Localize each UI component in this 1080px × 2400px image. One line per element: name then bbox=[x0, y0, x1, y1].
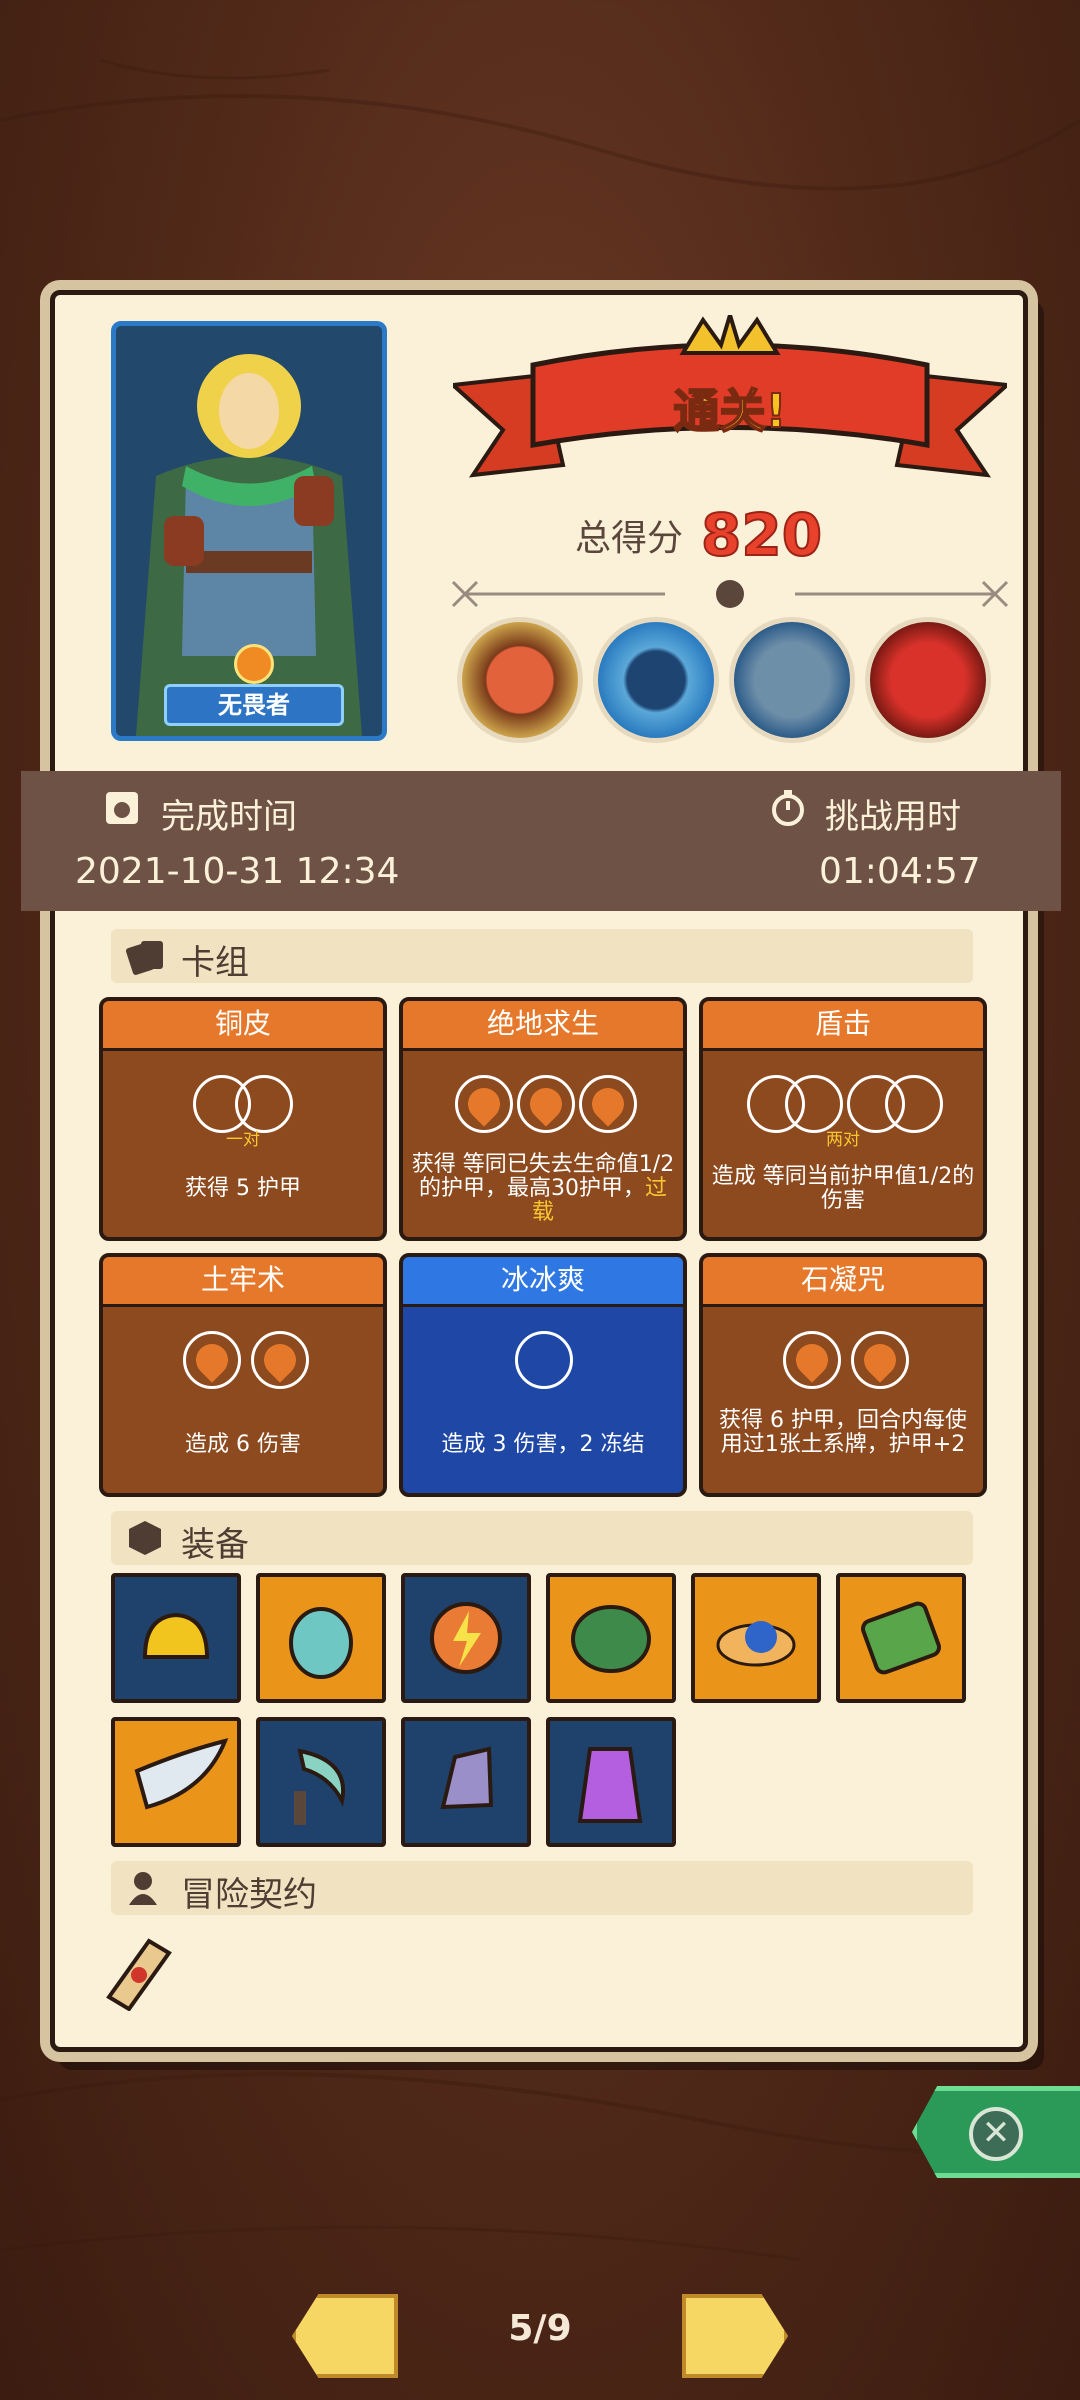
close-icon: ✕ bbox=[969, 2107, 1023, 2161]
sickle-icon[interactable] bbox=[256, 1717, 386, 1847]
complete-time-label: 完成时间 bbox=[161, 797, 297, 837]
card-cost bbox=[103, 1331, 383, 1395]
close-button[interactable]: ✕ bbox=[912, 2086, 1080, 2178]
card-tag: 两对 bbox=[826, 1130, 860, 1150]
card-title: 土牢术 bbox=[103, 1257, 383, 1307]
scroll-icon[interactable] bbox=[99, 1927, 179, 2011]
lightning-orb-icon[interactable] bbox=[401, 1573, 531, 1703]
score-label: 总得分 bbox=[575, 518, 684, 559]
hero-name: 无畏者 bbox=[164, 684, 344, 726]
time-bar: 完成时间 2021-10-31 12:34 挑战用时 01:04:57 bbox=[21, 771, 1061, 911]
card-title: 冰冰爽 bbox=[403, 1257, 683, 1307]
result-panel: 无畏者 通关! 总得分 820 完成时间 2021-10-31 12:34 挑战… bbox=[21, 290, 1061, 2052]
card-tongpi[interactable]: 铜皮 一对 获得 5 护甲 bbox=[99, 997, 387, 1241]
boss-divider bbox=[451, 580, 1009, 608]
card-dunji[interactable]: 盾击 两对 造成 等同当前护甲值1/2的伤害 bbox=[699, 997, 987, 1241]
water-rune-icon bbox=[515, 1331, 573, 1389]
earth-rune-icon bbox=[455, 1075, 513, 1133]
card-desc: 获得 等同已失去生命值1/2 的护甲，最高30护甲，过载 bbox=[411, 1152, 675, 1225]
boss-crowned-squid-icon bbox=[593, 617, 719, 743]
blue-slime-icon[interactable] bbox=[691, 1573, 821, 1703]
challenge-time-label: 挑战用时 bbox=[825, 797, 961, 837]
card-juedi[interactable]: 绝地求生 获得 等同已失去生命值1/2 的护甲，最高30护甲，过载 bbox=[399, 997, 687, 1241]
card-desc: 获得 5 护甲 bbox=[185, 1176, 301, 1201]
victory-banner: 通关! bbox=[448, 308, 1012, 505]
card-tag: 一对 bbox=[226, 1130, 260, 1150]
boss-eye-monster-icon bbox=[457, 617, 583, 743]
horn-icon[interactable] bbox=[111, 1717, 241, 1847]
earth-rune-icon bbox=[851, 1331, 909, 1389]
card-tulao[interactable]: 土牢术 造成 6 伤害 bbox=[99, 1253, 387, 1497]
cards-icon bbox=[125, 941, 163, 975]
card-shiningzhou[interactable]: 石凝咒 获得 6 护甲，回合内每使用过1张土系牌，护甲+2 bbox=[699, 1253, 987, 1497]
page-indicator: 5/9 bbox=[508, 2308, 572, 2349]
potion-jug-icon[interactable] bbox=[546, 1717, 676, 1847]
boss-list bbox=[457, 617, 1017, 747]
challenge-time-value: 01:04:57 bbox=[819, 851, 981, 892]
card-title: 石凝咒 bbox=[703, 1257, 983, 1307]
total-score: 总得分 820 bbox=[575, 500, 955, 570]
card-title: 盾击 bbox=[703, 1001, 983, 1051]
card-cost bbox=[403, 1075, 683, 1139]
earth-rune-icon bbox=[183, 1331, 241, 1389]
card-title: 绝地求生 bbox=[403, 1001, 683, 1051]
complete-time-value: 2021-10-31 12:34 bbox=[75, 851, 400, 892]
card-desc: 造成 等同当前护甲值1/2的伤害 bbox=[711, 1164, 975, 1213]
moss-stone-icon[interactable] bbox=[836, 1573, 966, 1703]
earth-rune-icon bbox=[783, 1331, 841, 1389]
card-desc: 造成 6 伤害 bbox=[185, 1432, 301, 1457]
equipment-section-title: 装备 bbox=[181, 1525, 249, 1565]
card-desc: 获得 6 护甲，回合内每使用过1张土系牌，护甲+2 bbox=[719, 1408, 967, 1457]
calendar-icon bbox=[106, 792, 138, 824]
hero-medal-icon bbox=[234, 644, 274, 684]
hero-portrait: 无畏者 bbox=[111, 321, 387, 741]
golden-helmet-icon[interactable] bbox=[111, 1573, 241, 1703]
stopwatch-icon bbox=[772, 790, 804, 826]
earth-rune-icon bbox=[517, 1075, 575, 1133]
turtle-shell-icon[interactable] bbox=[546, 1573, 676, 1703]
victory-title: 通关! bbox=[673, 383, 788, 439]
box-icon bbox=[129, 1521, 161, 1555]
card-cost bbox=[403, 1331, 683, 1395]
card-desc: 造成 3 伤害，2 冻结 bbox=[441, 1432, 645, 1457]
equipment-section-header: 装备 bbox=[111, 1511, 973, 1565]
contract-section-header: 冒险契约 bbox=[111, 1861, 973, 1915]
person-icon bbox=[129, 1872, 157, 1905]
boss-red-demon-icon bbox=[865, 617, 991, 743]
boss-bird-knight-icon bbox=[729, 617, 855, 743]
deck-section-title: 卡组 bbox=[181, 943, 249, 983]
contract-section-title: 冒险契约 bbox=[181, 1875, 317, 1915]
card-bingbingshuang[interactable]: 冰冰爽 造成 3 伤害，2 冻结 bbox=[399, 1253, 687, 1497]
teal-vase-icon[interactable] bbox=[256, 1573, 386, 1703]
gauntlet-icon[interactable] bbox=[401, 1717, 531, 1847]
earth-rune-icon bbox=[579, 1075, 637, 1133]
card-cost bbox=[703, 1331, 983, 1395]
score-value: 820 bbox=[700, 500, 823, 570]
deck-section-header: 卡组 bbox=[111, 929, 973, 983]
earth-rune-icon bbox=[251, 1331, 309, 1389]
card-title: 铜皮 bbox=[103, 1001, 383, 1051]
